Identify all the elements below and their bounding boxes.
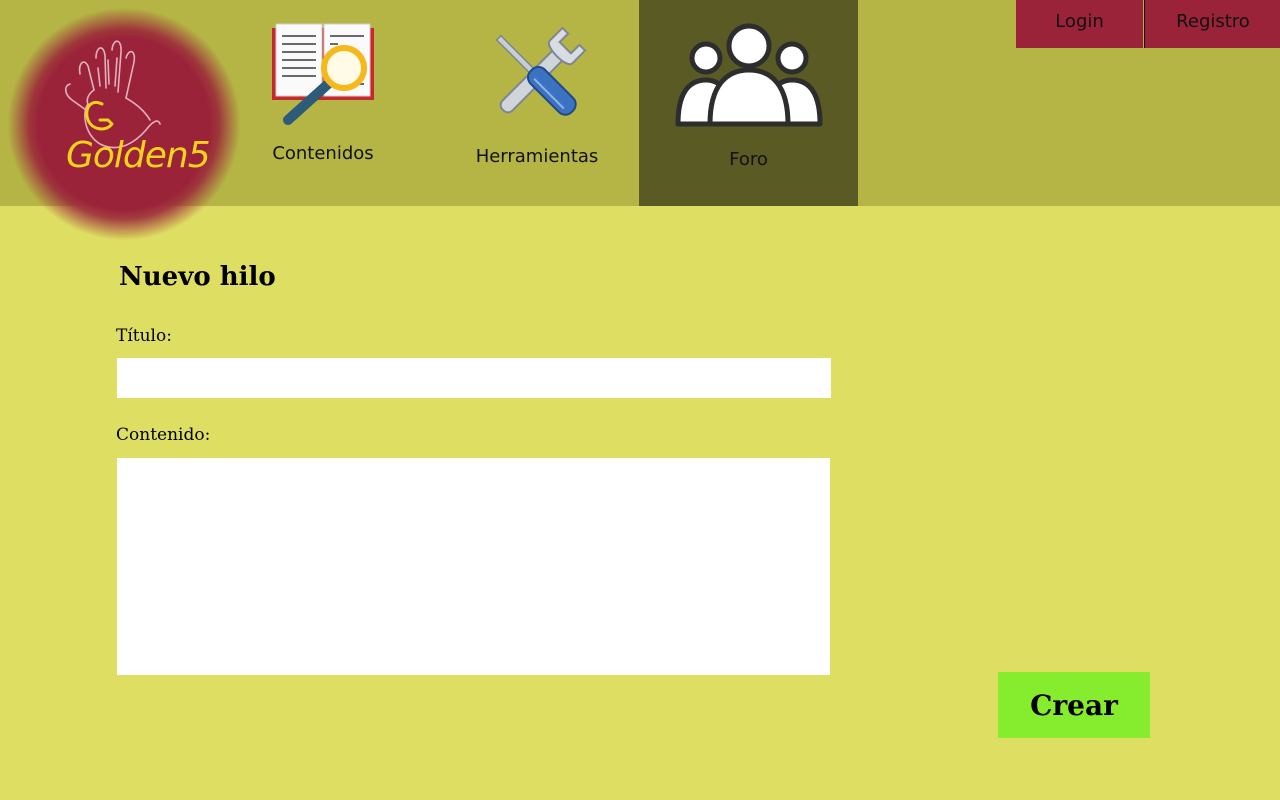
book-magnifier-icon bbox=[268, 22, 378, 131]
title-field-label: Título: bbox=[116, 326, 172, 346]
content-textarea[interactable] bbox=[117, 458, 830, 675]
golden5-logo[interactable]: Golden5 bbox=[8, 8, 240, 240]
users-group-icon bbox=[674, 20, 824, 134]
wrench-screwdriver-icon bbox=[481, 20, 593, 139]
create-button[interactable]: Crear bbox=[998, 672, 1150, 738]
register-button[interactable]: Registro bbox=[1144, 0, 1280, 48]
site-header: Golden5 Contenidos Herramientas Foro Log… bbox=[0, 0, 1280, 240]
nav-item-contenidos[interactable]: Contenidos bbox=[240, 0, 406, 206]
content-field-label: Contenido: bbox=[116, 425, 211, 445]
nav-item-herramientas[interactable]: Herramientas bbox=[430, 0, 644, 206]
nav-label-foro: Foro bbox=[729, 149, 768, 170]
login-button[interactable]: Login bbox=[1016, 0, 1143, 48]
nav-item-foro[interactable]: Foro bbox=[639, 0, 858, 206]
title-input[interactable] bbox=[117, 358, 831, 398]
brand-name: Golden5 bbox=[66, 135, 211, 176]
handprint-logo-icon bbox=[64, 40, 161, 149]
nav-label-herramientas: Herramientas bbox=[475, 146, 599, 167]
nav-label-contenidos: Contenidos bbox=[272, 143, 374, 164]
page-title: Nuevo hilo bbox=[119, 262, 276, 292]
